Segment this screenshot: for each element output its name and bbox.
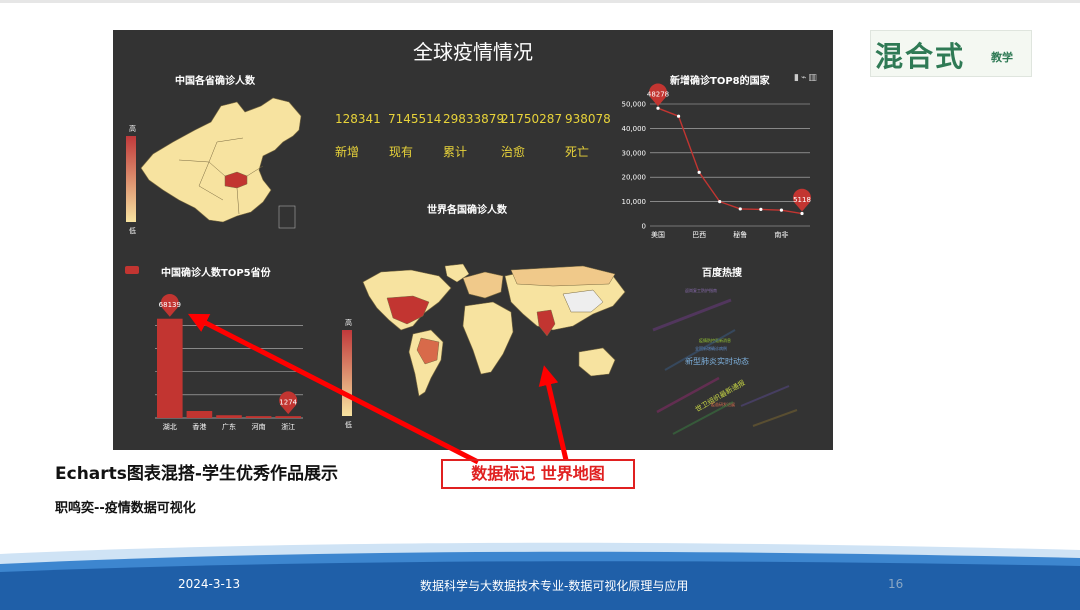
hot-word-streak xyxy=(752,409,798,427)
hot-word: 新型肺炎实时动态 xyxy=(685,356,749,366)
slide-subcaption: 职鸣奕--疫情数据可视化 xyxy=(55,501,196,516)
slide-caption: Echarts图表混搭-学生优秀作品展示 xyxy=(55,464,338,484)
slide-top-line xyxy=(0,0,1080,3)
hot-word: 返岗复工防护指南 xyxy=(685,287,717,293)
footer-course: 数据科学与大数据技术专业-数据可视化原理与应用 xyxy=(420,579,689,593)
mixed-teaching-logo: 混合式 教学 xyxy=(870,30,1032,77)
logo-sub-text: 教学 xyxy=(991,51,1013,64)
hot-word-streak xyxy=(652,298,732,332)
footer-date: 2024-3-13 xyxy=(178,577,241,591)
logo-main-text: 混合式 xyxy=(875,40,966,73)
callout-box: 数据标记 世界地图 xyxy=(441,459,635,489)
footer-wave xyxy=(0,542,1080,610)
page-number: 16 xyxy=(888,577,904,591)
hot-search-wordcloud[interactable]: 返岗复工防护指南 新型肺炎实时动态 疫情防控最新消息 全国新增确诊病例 世卫组织… xyxy=(113,30,833,450)
dashboard-screenshot: 全球疫情情况 中国各省确诊人数 高 低 128341 7145514 29833… xyxy=(113,30,833,450)
hot-word-streak xyxy=(740,385,790,407)
